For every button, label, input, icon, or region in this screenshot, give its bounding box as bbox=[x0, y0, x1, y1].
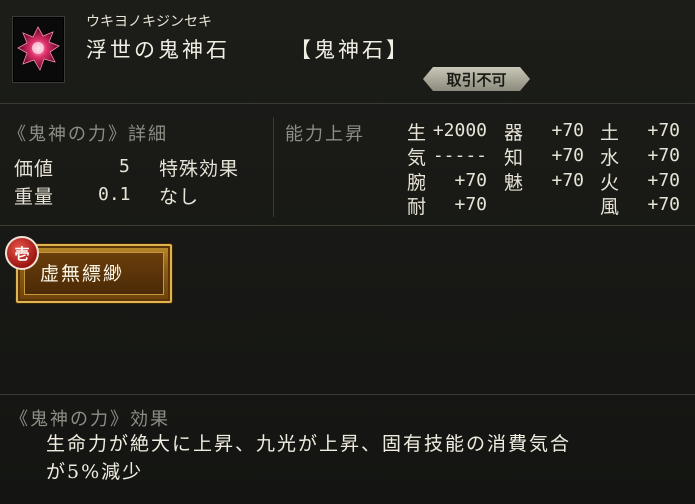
ability-value: +70 bbox=[647, 170, 680, 191]
ability-key: 耐 bbox=[407, 196, 427, 218]
ability-value: +70 bbox=[551, 170, 584, 191]
special-effect-value: なし bbox=[159, 186, 200, 208]
ability-key: 気 bbox=[407, 147, 427, 169]
ability-key: 器 bbox=[504, 122, 524, 144]
ability-key: 生 bbox=[407, 122, 427, 144]
item-type: 【鬼神石】 bbox=[290, 38, 410, 62]
ability-value: +70 bbox=[551, 120, 584, 141]
item-name: 浮世の鬼神石 bbox=[86, 38, 230, 62]
ability-value: +2000 bbox=[432, 120, 487, 141]
effect-description-line1: 生命力が絶大に上昇、九光が上昇、固有技能の消費気合 bbox=[46, 433, 572, 455]
divider-bottom bbox=[0, 394, 695, 395]
divider-vertical bbox=[273, 117, 274, 217]
value-label: 価値 bbox=[14, 158, 55, 180]
divider-middle bbox=[0, 225, 695, 226]
ability-value: ----- bbox=[432, 145, 487, 166]
weight-number: 0.1 bbox=[98, 184, 131, 205]
details-title: 《鬼神の力》詳細 bbox=[8, 124, 168, 145]
weight-label: 重量 bbox=[14, 186, 55, 208]
effect-title: 《鬼神の力》効果 bbox=[10, 409, 170, 430]
special-effect-label: 特殊効果 bbox=[159, 158, 240, 180]
skill-rank-badge: 壱 bbox=[5, 236, 39, 270]
divider-top bbox=[0, 103, 695, 104]
ability-key: 知 bbox=[504, 147, 524, 169]
skill-name: 虚無縹緲 bbox=[40, 263, 125, 285]
value-number: 5 bbox=[119, 156, 130, 177]
item-furigana: ウキヨノキジンセキ bbox=[86, 14, 212, 30]
item-detail-panel: ウキヨノキジンセキ 浮世の鬼神石 【鬼神石】 取引不可 《鬼神の力》詳細 価値 … bbox=[0, 0, 695, 504]
ability-key: 水 bbox=[600, 147, 620, 169]
ability-value: +70 bbox=[647, 120, 680, 141]
ability-key: 風 bbox=[600, 196, 620, 218]
item-icon-frame bbox=[12, 16, 65, 83]
effect-description-line2: が5%減少 bbox=[46, 461, 144, 483]
ability-value: +70 bbox=[454, 194, 487, 215]
ability-value: +70 bbox=[551, 145, 584, 166]
ability-value: +70 bbox=[647, 194, 680, 215]
ability-key: 魅 bbox=[504, 172, 524, 194]
trade-status-badge: 取引不可 bbox=[423, 67, 530, 91]
ability-value: +70 bbox=[454, 170, 487, 191]
skill-rank-label: 壱 bbox=[14, 244, 30, 263]
skill-button[interactable]: 虚無縹緲 bbox=[16, 244, 172, 303]
abilities-title: 能力上昇 bbox=[285, 124, 365, 145]
gem-icon bbox=[17, 26, 60, 71]
ability-value: +70 bbox=[647, 145, 680, 166]
ability-key: 土 bbox=[600, 122, 620, 144]
trade-status-label: 取引不可 bbox=[446, 70, 507, 89]
ability-key: 腕 bbox=[407, 172, 427, 194]
ability-key: 火 bbox=[600, 172, 620, 194]
